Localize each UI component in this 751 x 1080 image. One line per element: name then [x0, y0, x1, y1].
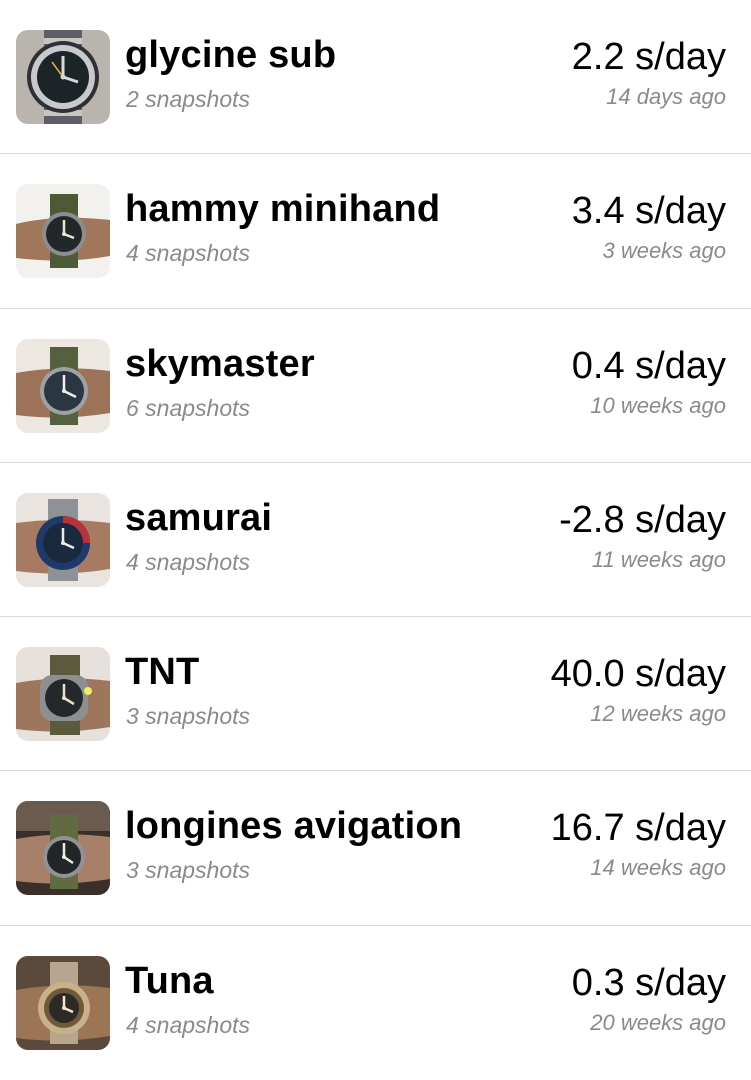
- watch-row-tnt[interactable]: TNT 3 snapshots 40.0 s/day 12 weeks ago: [0, 617, 751, 772]
- drift-rate: 16.7 s/day: [550, 807, 726, 850]
- drift-rate: 0.4 s/day: [571, 344, 726, 387]
- last-updated: 11 weeks ago: [591, 546, 726, 572]
- snapshot-count: 2 snapshots: [126, 86, 251, 112]
- last-updated: 14 days ago: [606, 84, 726, 109]
- drift-rate: -2.8 s/day: [559, 498, 726, 541]
- watch-name: TNT: [125, 651, 200, 694]
- drift-rate: 40.0 s/day: [550, 653, 726, 696]
- watch-photo-longines-avigation-icon: [16, 801, 110, 896]
- last-updated: 10 weeks ago: [590, 392, 726, 418]
- last-updated: 12 weeks ago: [590, 701, 726, 727]
- watch-row-longines-avigation[interactable]: longines avigation 3 snapshots 16.7 s/da…: [0, 771, 751, 926]
- drift-rate: 0.3 s/day: [571, 961, 726, 1004]
- snapshot-count: 3 snapshots: [126, 857, 251, 884]
- snapshot-count: 6 snapshots: [126, 394, 251, 421]
- watch-name: hammy minihand: [125, 188, 441, 231]
- watch-photo-tnt-icon: [16, 647, 110, 742]
- watch-photo-tuna-icon: [16, 955, 110, 1050]
- watch-name: skymaster: [125, 342, 315, 385]
- snapshot-count: 4 snapshots: [126, 548, 251, 575]
- last-updated: 14 weeks ago: [590, 855, 726, 881]
- watch-row-tuna[interactable]: Tuna 4 snapshots 0.3 s/day 20 weeks ago: [0, 926, 751, 1080]
- watch-name: Tuna: [125, 959, 214, 1002]
- watch-row-hammy-minihand[interactable]: hammy minihand 4 snapshots 3.4 s/day 3 w…: [0, 154, 751, 309]
- drift-rate: 2.2 s/day: [571, 36, 726, 78]
- watch-list: glycine sub 2 snapshots 2.2 s/day 14 day…: [0, 0, 751, 1080]
- last-updated: 3 weeks ago: [602, 238, 726, 264]
- snapshot-count: 4 snapshots: [126, 240, 251, 267]
- watch-row-skymaster[interactable]: skymaster 6 snapshots 0.4 s/day 10 weeks…: [0, 309, 751, 463]
- snapshot-count: 4 snapshots: [126, 1011, 251, 1038]
- watch-name: glycine sub: [125, 34, 337, 76]
- drift-rate: 3.4 s/day: [571, 190, 726, 233]
- watch-name: longines avigation: [125, 805, 463, 848]
- snapshot-count: 3 snapshots: [126, 703, 251, 730]
- last-updated: 20 weeks ago: [590, 1009, 726, 1035]
- watch-photo-samurai-icon: [16, 492, 110, 587]
- watch-photo-hammy-minihand-icon: [16, 184, 110, 279]
- watch-row-samurai[interactable]: samurai 4 snapshots -2.8 s/day 11 weeks …: [0, 463, 751, 618]
- watch-name: samurai: [125, 496, 273, 539]
- watch-photo-glycine-sub-icon: [16, 30, 110, 124]
- watch-row-glycine-sub[interactable]: glycine sub 2 snapshots 2.2 s/day 14 day…: [0, 0, 751, 155]
- watch-photo-skymaster-icon: [16, 338, 110, 433]
